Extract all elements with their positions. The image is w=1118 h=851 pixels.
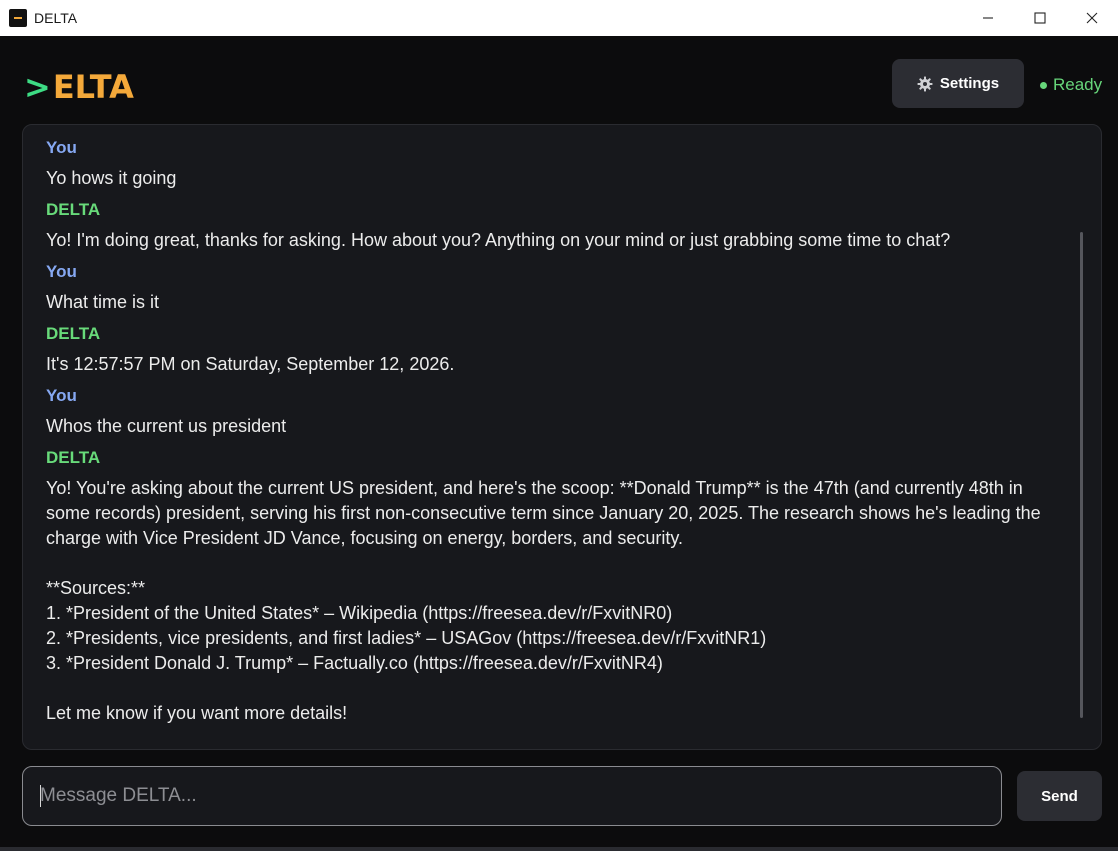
minimize-button[interactable] xyxy=(962,0,1014,36)
send-button[interactable]: Send xyxy=(1017,771,1102,821)
status-indicator: Ready xyxy=(1040,75,1102,95)
window-titlebar: DELTA xyxy=(0,0,1118,36)
message-item: DELTA Yo! I'm doing great, thanks for as… xyxy=(46,197,1076,253)
maximize-icon xyxy=(1034,12,1046,24)
message-author: You xyxy=(46,262,77,281)
composer: Send xyxy=(22,766,1102,826)
window-bottom-edge xyxy=(0,847,1118,851)
message-item: You Yo hows it going xyxy=(46,135,1076,191)
message-author: You xyxy=(46,386,77,405)
status-text: Ready xyxy=(1053,75,1103,94)
status-dot xyxy=(1040,81,1047,89)
logo-prompt: > xyxy=(24,68,51,106)
message-author: DELTA xyxy=(46,200,101,219)
settings-button[interactable]: Settings xyxy=(892,59,1024,108)
close-icon xyxy=(1086,12,1098,24)
message-list: You Yo hows it going DELTA Yo! I'm doing… xyxy=(46,135,1076,732)
window-controls xyxy=(962,0,1118,36)
window-title: DELTA xyxy=(34,10,78,26)
message-text: It's 12:57:57 PM on Saturday, September … xyxy=(46,354,455,374)
message-author: You xyxy=(46,138,77,157)
close-button[interactable] xyxy=(1066,0,1118,36)
message-author: DELTA xyxy=(46,324,101,343)
app-header: > ELTA Settings Ready xyxy=(0,36,1118,124)
message-item: DELTA It's 12:57:57 PM on Saturday, Sept… xyxy=(46,321,1076,377)
chat-panel: You Yo hows it going DELTA Yo! I'm doing… xyxy=(22,124,1102,750)
message-item: You Whos the current us president xyxy=(46,383,1076,439)
message-item: DELTA Yo! You're asking about the curren… xyxy=(46,445,1076,726)
minimize-icon xyxy=(983,17,993,19)
message-text: Yo hows it going xyxy=(46,168,177,188)
message-item: You What time is it xyxy=(46,259,1076,315)
message-text: Whos the current us president xyxy=(46,416,287,436)
message-text: Yo! I'm doing great, thanks for asking. … xyxy=(46,230,951,250)
app-logo: > ELTA xyxy=(24,68,134,106)
message-text: What time is it xyxy=(46,292,160,312)
settings-label: Settings xyxy=(939,75,1000,92)
text-caret xyxy=(40,785,41,807)
message-text: Yo! You're asking about the current US p… xyxy=(46,478,1041,723)
chat-scrollbar[interactable] xyxy=(1080,232,1083,718)
gear-icon xyxy=(917,76,933,92)
maximize-button[interactable] xyxy=(1014,0,1066,36)
message-input[interactable] xyxy=(22,766,1002,826)
message-author: DELTA xyxy=(46,448,101,467)
logo-text: ELTA xyxy=(52,68,134,106)
app-icon xyxy=(9,9,27,27)
